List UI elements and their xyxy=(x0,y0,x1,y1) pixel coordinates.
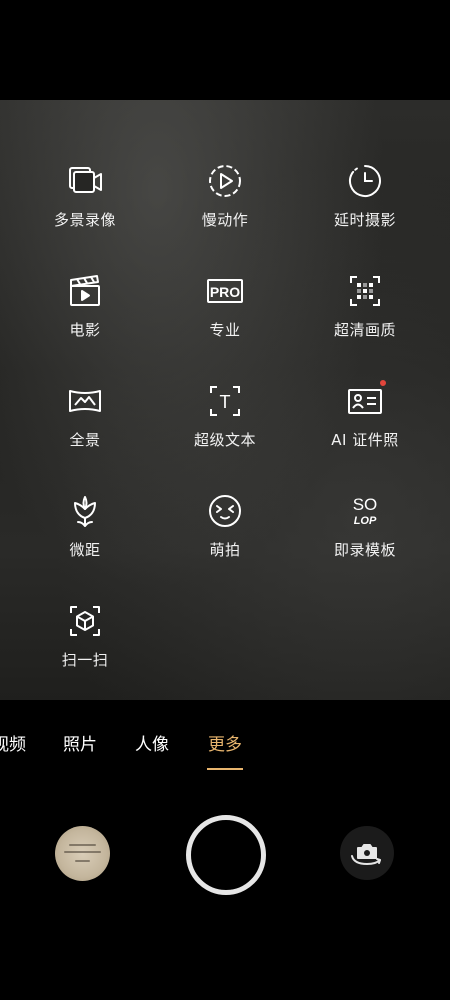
active-tab-indicator xyxy=(207,768,243,770)
shutter-button[interactable] xyxy=(186,815,266,895)
mode-label: 延时摄影 xyxy=(333,211,396,229)
svg-text:LOP: LOP xyxy=(354,515,377,527)
thumb-detail xyxy=(64,851,101,853)
mode-id-photo[interactable]: AI 证件照 xyxy=(290,380,440,472)
movie-clapper-icon xyxy=(66,272,104,310)
tab-video[interactable]: 视频 xyxy=(0,730,26,755)
mode-time-lapse[interactable]: 延时摄影 xyxy=(290,162,440,252)
mode-multi-scene-video[interactable]: 多景录像 xyxy=(10,162,160,252)
tab-more[interactable]: 更多 xyxy=(208,730,242,755)
mode-label: 多景录像 xyxy=(53,211,116,229)
mode-label: 即录模板 xyxy=(333,541,396,559)
mode-label: 微距 xyxy=(69,541,101,559)
mode-grid: 多景录像 慢动作 延时摄影 电影 PRO 专业 超清画质 全景 T 超级文本 A… xyxy=(0,100,450,700)
top-bar xyxy=(0,0,450,100)
mode-label: 慢动作 xyxy=(201,211,249,229)
svg-text:SO: SO xyxy=(353,495,378,514)
bottom-panel: 视频 照片 人像 更多 xyxy=(0,700,450,1000)
mode-slow-motion[interactable]: 慢动作 xyxy=(150,162,300,252)
tab-photo[interactable]: 照片 xyxy=(63,730,97,755)
multi-scene-video-icon xyxy=(66,162,104,200)
thumb-detail xyxy=(75,860,90,862)
panorama-icon xyxy=(66,382,104,420)
mode-panorama[interactable]: 全景 xyxy=(10,382,160,472)
svg-text:T: T xyxy=(220,392,231,412)
mode-label: 全景 xyxy=(69,431,101,449)
macro-flower-icon xyxy=(66,492,104,530)
mode-label: 超清画质 xyxy=(333,321,396,339)
solop-template-icon: SO LOP xyxy=(346,492,384,530)
slow-motion-icon xyxy=(206,162,244,200)
mode-movie[interactable]: 电影 xyxy=(10,272,160,362)
high-resolution-icon xyxy=(346,272,384,310)
mode-high-resolution[interactable]: 超清画质 xyxy=(290,272,440,362)
mode-label: 超级文本 xyxy=(193,431,256,449)
super-text-icon: T xyxy=(206,382,244,420)
cute-face-icon xyxy=(206,492,244,530)
mode-label: AI 证件照 xyxy=(331,431,399,449)
mode-solop-template[interactable]: SO LOP 即录模板 xyxy=(290,492,440,582)
id-photo-icon xyxy=(346,380,386,420)
mode-super-text[interactable]: T 超级文本 xyxy=(150,382,300,472)
mode-label: 扫一扫 xyxy=(61,651,109,669)
mode-label: 专业 xyxy=(209,321,241,339)
switch-camera-icon xyxy=(340,826,394,880)
switch-camera-button[interactable] xyxy=(340,826,394,880)
thumb-detail xyxy=(69,844,96,846)
mode-tabs: 视频 照片 人像 更多 xyxy=(0,730,450,770)
time-lapse-icon xyxy=(346,162,384,200)
pro-icon: PRO xyxy=(206,272,244,310)
camera-viewfinder[interactable]: 多景录像 慢动作 延时摄影 电影 PRO 专业 超清画质 全景 T 超级文本 A… xyxy=(0,100,450,700)
scan-icon xyxy=(66,602,104,640)
new-badge-dot xyxy=(380,380,386,386)
tab-portrait[interactable]: 人像 xyxy=(135,730,169,755)
mode-pro[interactable]: PRO 专业 xyxy=(150,272,300,362)
gallery-thumbnail[interactable] xyxy=(55,826,110,881)
mode-cute-shot[interactable]: 萌拍 xyxy=(150,492,300,582)
mode-scan[interactable]: 扫一扫 xyxy=(10,602,160,692)
mode-label: 电影 xyxy=(69,321,101,339)
svg-text:PRO: PRO xyxy=(210,284,240,300)
mode-label: 萌拍 xyxy=(209,541,241,559)
mode-macro[interactable]: 微距 xyxy=(10,492,160,582)
